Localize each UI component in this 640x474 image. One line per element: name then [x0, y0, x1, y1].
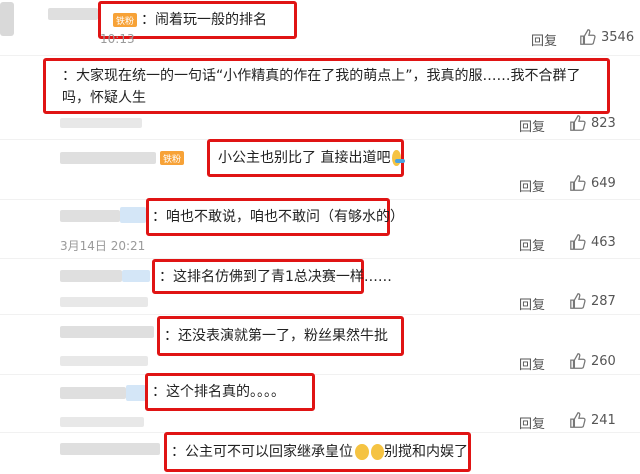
comment-text: ：还没表演就第一了，粉丝果然牛批 — [164, 328, 388, 344]
highlight-box: ：公主可不可以回家继承皇位 别搅和内娱了 — [164, 432, 471, 472]
reply-button[interactable]: 回复 — [531, 30, 557, 49]
timestamp-blurred — [60, 297, 148, 307]
comment-text: ：大家现在统一的一句话“小作精真的作在了我的萌点上”，我真的服……我不合群了吗，… — [62, 68, 581, 106]
like-button[interactable]: 3546 — [579, 28, 634, 46]
row-divider — [0, 55, 640, 56]
thumbs-up-icon — [580, 29, 596, 45]
like-count: 3546 — [601, 29, 635, 45]
crying-emoji-icon — [355, 444, 369, 460]
username-blurred[interactable] — [60, 152, 156, 164]
reply-button[interactable]: 回复 — [519, 294, 545, 313]
row-divider — [0, 374, 640, 375]
username-blurred[interactable] — [120, 207, 146, 223]
reply-button[interactable]: 回复 — [519, 354, 545, 373]
username-blurred[interactable] — [60, 443, 160, 455]
highlight-box: ：这排名仿佛到了青1总决赛一样…… — [152, 259, 392, 294]
like-button[interactable]: 649 — [569, 174, 616, 192]
reply-button[interactable]: 回复 — [519, 413, 545, 432]
comment-text: ：这个排名真的。。。。 — [152, 384, 285, 400]
comment-timestamp: 10:13 — [100, 32, 135, 46]
username-blurred[interactable] — [48, 8, 98, 20]
comment-text: 别搅和内娱了 — [384, 444, 468, 460]
highlight-box: ：咱也不敢说，咱也不敢问（有够水的） — [146, 198, 404, 236]
thumbs-up-icon — [570, 234, 586, 250]
thumbs-up-icon — [570, 412, 586, 428]
avatar[interactable] — [0, 2, 14, 36]
like-count: 463 — [591, 234, 616, 250]
like-count: 260 — [591, 353, 616, 369]
timestamp-blurred — [60, 417, 144, 427]
reply-button[interactable]: 回复 — [519, 235, 545, 254]
thumbs-up-icon — [570, 293, 586, 309]
like-button[interactable]: 287 — [569, 292, 616, 310]
username-blurred[interactable] — [60, 210, 120, 222]
username-blurred[interactable] — [60, 387, 126, 399]
username-blurred[interactable] — [60, 326, 154, 338]
like-count: 649 — [591, 175, 616, 191]
like-button[interactable]: 463 — [569, 233, 616, 251]
username-blurred[interactable] — [126, 385, 146, 401]
reply-button[interactable]: 回复 — [519, 176, 545, 195]
thumbs-up-icon — [570, 353, 586, 369]
fan-badge: 铁粉 — [113, 13, 138, 27]
thumbs-up-icon — [570, 115, 586, 131]
like-button[interactable]: 241 — [569, 411, 616, 429]
comment-text: ：这排名仿佛到了青1总决赛一样…… — [159, 268, 392, 285]
timestamp-blurred — [60, 356, 148, 366]
comment-text: 小公主也别比了 直接出道吧 — [218, 150, 391, 166]
comment-text: ：闹着玩一般的排名 — [141, 12, 268, 28]
like-count: 823 — [591, 115, 616, 131]
username-blurred[interactable] — [122, 270, 150, 282]
comment-text: ：公主可不可以回家继承皇位 — [171, 444, 353, 460]
comment-text: ：咱也不敢说，咱也不敢问（有够水的） — [152, 209, 404, 225]
highlight-box: ：大家现在统一的一句话“小作精真的作在了我的萌点上”，我真的服……我不合群了吗，… — [43, 58, 610, 114]
reply-button[interactable]: 回复 — [519, 116, 545, 135]
username-blurred[interactable] — [60, 270, 122, 282]
like-count: 241 — [591, 412, 616, 428]
like-count: 287 — [591, 293, 616, 309]
like-button[interactable]: 260 — [569, 352, 616, 370]
highlight-box: 小公主也别比了 直接出道吧 — [207, 139, 405, 177]
emoji-icon — [392, 150, 405, 166]
fan-badge: 铁粉 — [160, 151, 185, 165]
highlight-box: ：还没表演就第一了，粉丝果然牛批 — [157, 316, 404, 356]
highlight-box: ：这个排名真的。。。。 — [145, 373, 315, 411]
row-divider — [0, 314, 640, 315]
thumbs-up-icon — [570, 175, 586, 191]
timestamp-blurred — [60, 118, 142, 128]
like-button[interactable]: 823 — [569, 114, 616, 132]
crying-emoji-icon — [370, 444, 384, 460]
comment-timestamp: 3月14日 20:21 — [60, 239, 146, 253]
